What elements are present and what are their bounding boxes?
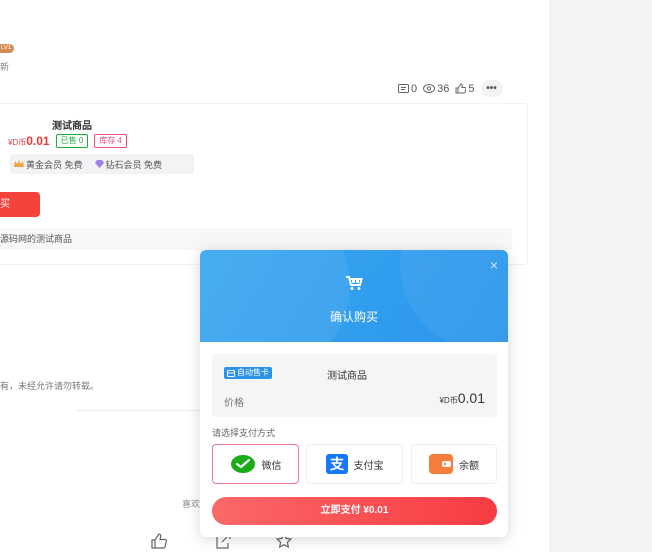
like-prompt: 喜欢 — [182, 499, 201, 509]
more-button[interactable]: ••• — [480, 80, 503, 97]
author-subtitle: 新 — [0, 62, 10, 72]
pay-option-alipay[interactable]: 支 支付宝 — [306, 444, 403, 484]
purchase-modal: × 确认购买 自动售卡 测试商品 价格 ¥D币0.01 请选择支付方式 微信 支 — [200, 250, 508, 537]
vip-diamond: 钻石会员 免费 — [94, 158, 162, 171]
vip-gold: 黄金会员 免费 — [14, 158, 83, 171]
stock-tag: 库存 4 — [94, 134, 127, 148]
order-product-name: 测试商品 — [327, 371, 367, 382]
cart-icon — [346, 276, 363, 290]
product-price-line: ¥D币0.01 已售 0 库存 4 — [8, 134, 127, 148]
pay-method-label: 请选择支付方式 — [212, 428, 276, 438]
alipay-icon: 支 — [325, 454, 348, 474]
price-label: 价格 — [224, 398, 244, 409]
comment-icon — [398, 83, 409, 93]
svg-text:支: 支 — [329, 456, 345, 473]
product-description: 源码网的测试商品 — [0, 228, 512, 250]
copyright-notice: 有，未经允许请勿转载。 — [0, 381, 100, 391]
sold-tag: 已售 0 — [55, 134, 89, 148]
pay-option-balance[interactable]: 余额 — [411, 444, 497, 484]
comment-count[interactable]: 0 — [398, 83, 417, 95]
wallet-icon — [429, 454, 453, 474]
modal-title: 确认购买 — [329, 310, 378, 324]
buy-button[interactable]: 买 — [0, 192, 40, 217]
post-stats: 0 36 5 ••• — [398, 80, 503, 97]
modal-header: × 确认购买 — [200, 250, 508, 342]
product-title: 测试商品 — [52, 121, 92, 132]
thumb-up-icon — [455, 83, 467, 94]
vip-prices: 黄金会员 免费 钻石会员 免费 — [10, 154, 194, 174]
view-count: 36 — [423, 83, 449, 95]
auto-sale-tag: 自动售卡 — [224, 367, 272, 379]
order-price: ¥D币0.01 — [439, 390, 485, 406]
pay-now-button[interactable]: 立即支付 ¥0.01 — [212, 497, 497, 525]
product-price: ¥D币0.01 — [8, 134, 50, 148]
level-badge: LV1 — [0, 44, 15, 53]
divider — [76, 410, 200, 411]
close-icon[interactable]: × — [490, 257, 498, 273]
order-info: 自动售卡 测试商品 价格 ¥D币0.01 — [212, 354, 497, 417]
eye-icon — [423, 84, 436, 93]
diamond-icon — [94, 160, 104, 168]
crown-icon — [14, 160, 24, 167]
thumb-up-icon[interactable] — [150, 532, 168, 550]
wechat-icon — [230, 455, 255, 473]
right-sidebar-background — [549, 0, 652, 552]
like-count[interactable]: 5 — [455, 83, 475, 95]
pay-option-wechat[interactable]: 微信 — [212, 444, 299, 484]
card-icon — [227, 369, 235, 377]
